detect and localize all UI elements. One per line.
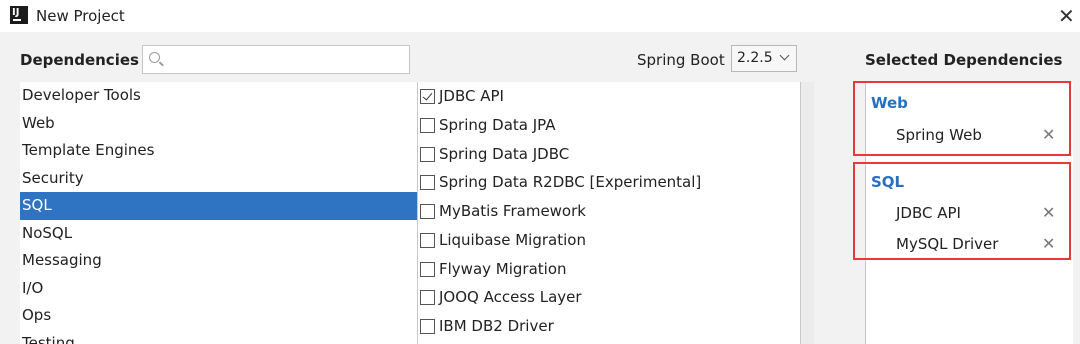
category-item[interactable]: I/O <box>20 275 417 303</box>
dependency-item[interactable]: JOOQ Access Layer <box>418 283 800 312</box>
dependency-item[interactable]: Flyway Migration <box>418 255 800 284</box>
dependency-checkbox[interactable] <box>420 261 435 277</box>
category-item[interactable]: Testing <box>20 330 417 344</box>
window-title: New Project <box>36 7 125 25</box>
dependencies-label: Dependencies <box>20 51 139 69</box>
title-bar: New Project ✕ <box>0 0 1080 32</box>
dependency-list: JDBC API Spring Data JPA Spring Data JDB… <box>418 82 800 344</box>
dependency-item[interactable]: IBM DB2 Driver <box>418 312 800 341</box>
web-group-highlight <box>853 81 1071 156</box>
group-title-web: Web <box>871 94 908 112</box>
dependency-checkbox[interactable] <box>420 146 435 162</box>
spring-boot-label: Spring Boot <box>637 51 725 69</box>
dependency-checkbox[interactable] <box>420 89 435 104</box>
dependency-label: Spring Data JPA <box>439 115 556 134</box>
remove-jdbc-api-close-icon[interactable]: ✕ <box>1042 203 1055 222</box>
dependency-item[interactable]: Spring Data JDBC <box>418 140 800 169</box>
dependency-item[interactable]: JDBC API <box>418 82 800 111</box>
dependency-checkbox[interactable] <box>420 290 435 306</box>
category-item[interactable]: NoSQL <box>20 220 417 248</box>
dependency-checkbox[interactable] <box>420 117 435 133</box>
group-title-sql: SQL <box>871 173 905 191</box>
scrollbar[interactable] <box>800 82 814 344</box>
selected-dependencies-title: Selected Dependencies <box>865 51 1063 69</box>
dependency-item[interactable]: Spring Data JPA <box>418 111 800 140</box>
selected-item-mysql-driver: MySQL Driver <box>896 235 999 253</box>
selected-item-jdbc-api: JDBC API <box>896 204 961 222</box>
remove-mysql-driver-close-icon[interactable]: ✕ <box>1042 234 1055 253</box>
dependency-checkbox[interactable] <box>420 204 435 219</box>
dependency-label: Flyway Migration <box>439 259 567 278</box>
dependency-label: IBM DB2 Driver <box>439 317 554 335</box>
dependency-label: Spring Data JDBC <box>439 144 570 163</box>
intellij-logo-icon <box>10 6 28 24</box>
chevron-down-icon <box>779 50 790 61</box>
window-close-icon[interactable]: ✕ <box>1058 4 1075 28</box>
checkmark-icon <box>422 90 433 101</box>
dependency-item[interactable]: Liquibase Migration <box>418 226 800 255</box>
dependency-item[interactable]: Spring Data R2DBC [Experimental] <box>418 168 800 197</box>
spring-boot-version-select[interactable]: 2.2.5 <box>731 45 797 72</box>
dependency-checkbox[interactable] <box>420 232 435 248</box>
remove-spring-web-close-icon[interactable]: ✕ <box>1042 125 1055 144</box>
dependency-checkbox[interactable] <box>420 319 435 334</box>
category-item[interactable]: Ops <box>20 302 417 330</box>
dependency-item[interactable]: MyBatis Framework <box>418 197 800 226</box>
selected-item-spring-web: Spring Web <box>896 126 982 144</box>
dependency-label: MyBatis Framework <box>439 202 586 220</box>
category-item[interactable]: Messaging <box>20 247 417 275</box>
dependency-label: Liquibase Migration <box>439 230 586 249</box>
category-item-selected[interactable]: SQL <box>20 192 417 220</box>
dependency-label: JOOQ Access Layer <box>439 288 582 307</box>
spring-boot-version-value: 2.2.5 <box>737 50 773 66</box>
category-item[interactable]: Web <box>20 110 417 138</box>
category-list: Developer Tools Web Template Engines Sec… <box>20 82 417 344</box>
category-item[interactable]: Developer Tools <box>20 82 417 110</box>
search-input[interactable] <box>167 50 405 70</box>
category-item[interactable]: Template Engines <box>20 137 417 165</box>
dependency-label: JDBC API <box>439 87 504 105</box>
search-icon <box>149 52 160 63</box>
dependency-checkbox[interactable] <box>420 175 435 191</box>
category-item[interactable]: Security <box>20 165 417 193</box>
search-field[interactable] <box>142 45 410 74</box>
dependency-label: Spring Data R2DBC [Experimental] <box>439 173 702 192</box>
